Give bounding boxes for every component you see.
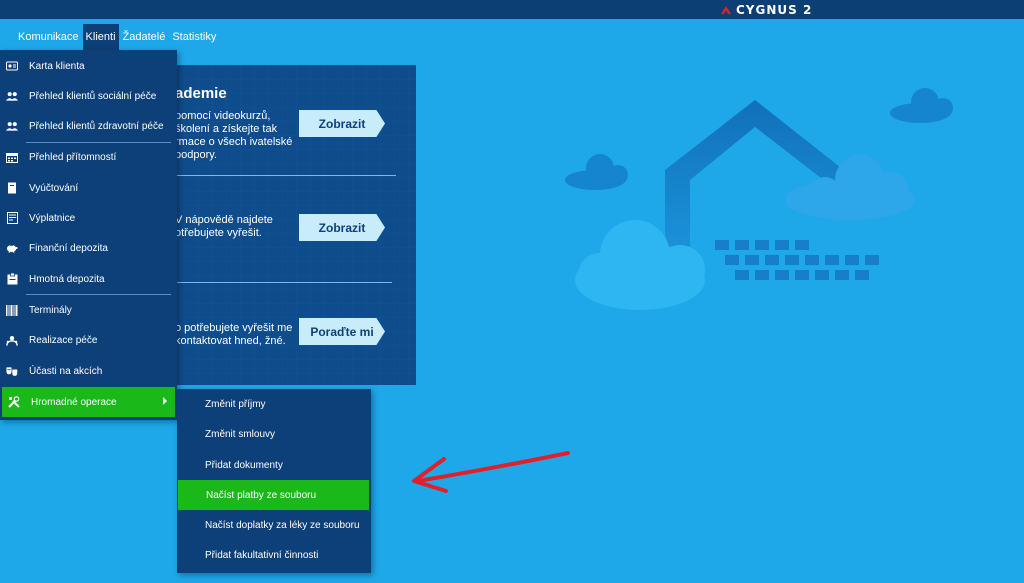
menu-item-realizace-pece[interactable]: Realizace péče	[0, 325, 177, 355]
document-icon	[6, 212, 18, 224]
top-bar: CYGNUS 2	[0, 0, 1024, 19]
main-nav: Komunikace Klienti Žadatelé Statistiky	[0, 19, 1024, 50]
users-icon	[6, 120, 18, 132]
submenu-item-zmenit-smlouvy[interactable]: Změnit smlouvy	[177, 419, 371, 449]
book-icon	[6, 182, 18, 194]
tab-zadatele[interactable]: Žadatelé	[120, 24, 169, 50]
menu-item-label: Přehled klientů sociální péče	[29, 90, 157, 102]
panel-title: ademie	[175, 85, 227, 102]
care-icon	[6, 334, 18, 346]
klienti-dropdown-menu: Karta klienta Přehled klientů sociální p…	[0, 50, 177, 420]
menu-item-label: Hromadné operace	[31, 396, 117, 408]
help-panel: ademie pomocí videokurzů, školení a získ…	[170, 65, 416, 385]
menu-item-label: Účasti na akcích	[29, 365, 103, 377]
tab-komunikace[interactable]: Komunikace	[15, 24, 82, 50]
menu-item-terminaly[interactable]: Terminály	[0, 295, 177, 325]
chevron-right-icon	[163, 397, 167, 405]
menu-item-vyplatnice[interactable]: Výplatnice	[0, 203, 177, 233]
calendar-icon	[6, 151, 18, 163]
tools-icon	[8, 396, 20, 408]
menu-item-label: Přehled klientů zdravotní péče	[29, 120, 164, 132]
menu-item-prehled-socialni[interactable]: Přehled klientů sociální péče	[0, 81, 177, 111]
menu-item-label: Karta klienta	[29, 60, 85, 72]
menu-item-label: Vyúčtování	[29, 182, 79, 194]
menu-item-financni-depozita[interactable]: Finanční depozita	[0, 233, 177, 263]
submenu-item-pridat-dokumenty[interactable]: Přidat dokumenty	[177, 450, 371, 480]
hromadne-operace-submenu: Změnit příjmy Změnit smlouvy Přidat doku…	[177, 389, 371, 573]
submenu-item-pridat-fakultativni[interactable]: Přidat fakultativní činnosti	[177, 540, 371, 570]
menu-item-ucasti-na-akcich[interactable]: Účasti na akcích	[0, 356, 177, 386]
submenu-item-zmenit-prijmy[interactable]: Změnit příjmy	[177, 389, 371, 419]
menu-item-label: Přehled přítomností	[29, 151, 117, 163]
red-annotation-arrow-icon	[412, 451, 570, 493]
users-icon	[6, 90, 18, 102]
menu-item-label: Realizace péče	[29, 334, 98, 346]
panel-text-1: pomocí videokurzů, školení a získejte ta…	[175, 110, 293, 161]
menu-item-label: Výplatnice	[29, 212, 76, 224]
logo-mark-icon	[721, 5, 731, 14]
menu-item-prehled-pritomnosti[interactable]: Přehled přítomností	[0, 142, 177, 172]
menu-item-hmotna-depozita[interactable]: Hmotná depozita	[0, 264, 177, 294]
tab-statistiky[interactable]: Statistiky	[169, 24, 219, 50]
panel-divider	[170, 282, 392, 283]
clipboard-icon	[6, 273, 18, 285]
panel-text-3: o potřebujete vyřešit me kontaktovat hne…	[175, 322, 293, 347]
menu-item-prehled-zdravotni[interactable]: Přehled klientů zdravotní péče	[0, 111, 177, 141]
panel-text-2: V nápovědě najdete otřebujete vyřešit.	[175, 214, 273, 239]
advise-me-button[interactable]: Poraďte mi	[299, 318, 385, 345]
show-videos-button[interactable]: Zobrazit	[299, 110, 385, 137]
tab-klienti[interactable]: Klienti	[82, 24, 119, 50]
menu-item-karta-klienta[interactable]: Karta klienta	[0, 51, 177, 81]
menu-item-label: Hmotná depozita	[29, 273, 105, 285]
logo-text: CYGNUS 2	[736, 2, 813, 17]
barcode-icon	[6, 304, 18, 316]
panel-divider	[170, 175, 396, 176]
piggy-bank-icon	[6, 242, 18, 254]
app-logo: CYGNUS 2	[720, 2, 812, 17]
menu-item-label: Finanční depozita	[29, 242, 108, 254]
submenu-item-nacist-doplatky[interactable]: Načíst doplatky za léky ze souboru	[177, 510, 371, 540]
menu-item-label: Terminály	[29, 304, 72, 316]
masks-icon	[6, 365, 18, 377]
cloud-house-illustration	[565, 88, 953, 310]
submenu-item-nacist-platby[interactable]: Načíst platby ze souboru	[178, 480, 369, 510]
menu-item-hromadne-operace[interactable]: Hromadné operace	[2, 387, 175, 417]
id-card-icon	[6, 60, 18, 72]
show-help-button[interactable]: Zobrazit	[299, 214, 385, 241]
menu-item-vyuctovani[interactable]: Vyúčtování	[0, 173, 177, 203]
